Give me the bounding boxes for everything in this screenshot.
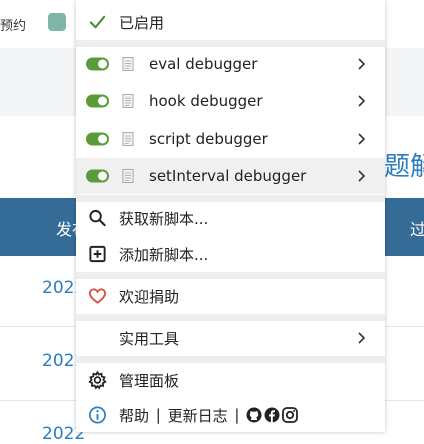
script-file-icon xyxy=(122,132,134,146)
script-item-setinterval-debugger[interactable]: setInterval debugger xyxy=(76,158,385,194)
extension-popup-menu: 已启用 eval debugger hook debugger script d… xyxy=(76,0,385,432)
script-name: script debugger xyxy=(149,130,268,148)
add-new-script-label: 添加新脚本... xyxy=(119,245,209,264)
github-icon[interactable] xyxy=(246,407,262,423)
chevron-right-icon xyxy=(358,133,366,145)
script-enabled-toggle[interactable] xyxy=(86,94,109,108)
check-icon xyxy=(89,15,106,29)
utilities-item[interactable]: 实用工具 xyxy=(76,320,385,356)
enabled-label: 已启用 xyxy=(119,13,165,32)
chevron-right-icon xyxy=(358,58,366,70)
script-name: hook debugger xyxy=(149,92,263,110)
script-enabled-toggle[interactable] xyxy=(86,132,109,146)
donate-item[interactable]: 欢迎捐助 xyxy=(76,278,385,314)
script-name: setInterval debugger xyxy=(149,167,307,185)
plus-square-icon xyxy=(89,245,106,263)
script-item-script-debugger[interactable]: script debugger xyxy=(76,121,385,157)
search-icon xyxy=(89,209,106,227)
heart-icon xyxy=(88,288,107,304)
facebook-icon[interactable] xyxy=(264,407,280,423)
chevron-right-icon xyxy=(358,95,366,107)
chevron-right-icon xyxy=(358,332,366,344)
utilities-label: 实用工具 xyxy=(119,329,180,348)
gear-icon xyxy=(88,370,107,390)
chatgpt-bookmark-icon[interactable] xyxy=(48,13,66,31)
page-title-fragment: 题解 xyxy=(384,152,424,182)
enabled-toggle-item[interactable]: 已启用 xyxy=(76,4,385,40)
script-item-eval-debugger[interactable]: eval debugger xyxy=(76,46,385,82)
help-links: 帮助 | 更新日志 | xyxy=(119,405,299,426)
script-enabled-toggle[interactable] xyxy=(86,57,109,71)
donate-label: 欢迎捐助 xyxy=(119,287,180,306)
get-new-scripts-item[interactable]: 获取新脚本... xyxy=(76,200,385,236)
bookmark-link[interactable]: 预约 xyxy=(0,15,26,34)
info-icon xyxy=(89,406,106,424)
script-file-icon xyxy=(122,94,134,108)
instagram-icon[interactable] xyxy=(282,407,299,423)
add-new-script-item[interactable]: 添加新脚本... xyxy=(76,236,385,272)
script-file-icon xyxy=(122,57,134,71)
script-enabled-toggle[interactable] xyxy=(86,169,109,183)
get-new-scripts-label: 获取新脚本... xyxy=(119,209,209,228)
help-row: 帮助 | 更新日志 | xyxy=(76,397,385,432)
table-header-right: 过 xyxy=(410,220,424,239)
help-divider: | xyxy=(229,406,245,424)
help-divider: | xyxy=(151,406,166,424)
dashboard-label: 管理面板 xyxy=(119,371,180,390)
script-name: eval debugger xyxy=(149,55,258,73)
script-file-icon xyxy=(122,169,134,183)
changelog-link[interactable]: 更新日志 xyxy=(168,405,228,426)
dashboard-item[interactable]: 管理面板 xyxy=(76,362,385,398)
help-link[interactable]: 帮助 xyxy=(119,405,149,426)
script-item-hook-debugger[interactable]: hook debugger xyxy=(76,83,385,119)
chevron-right-icon xyxy=(358,170,366,182)
